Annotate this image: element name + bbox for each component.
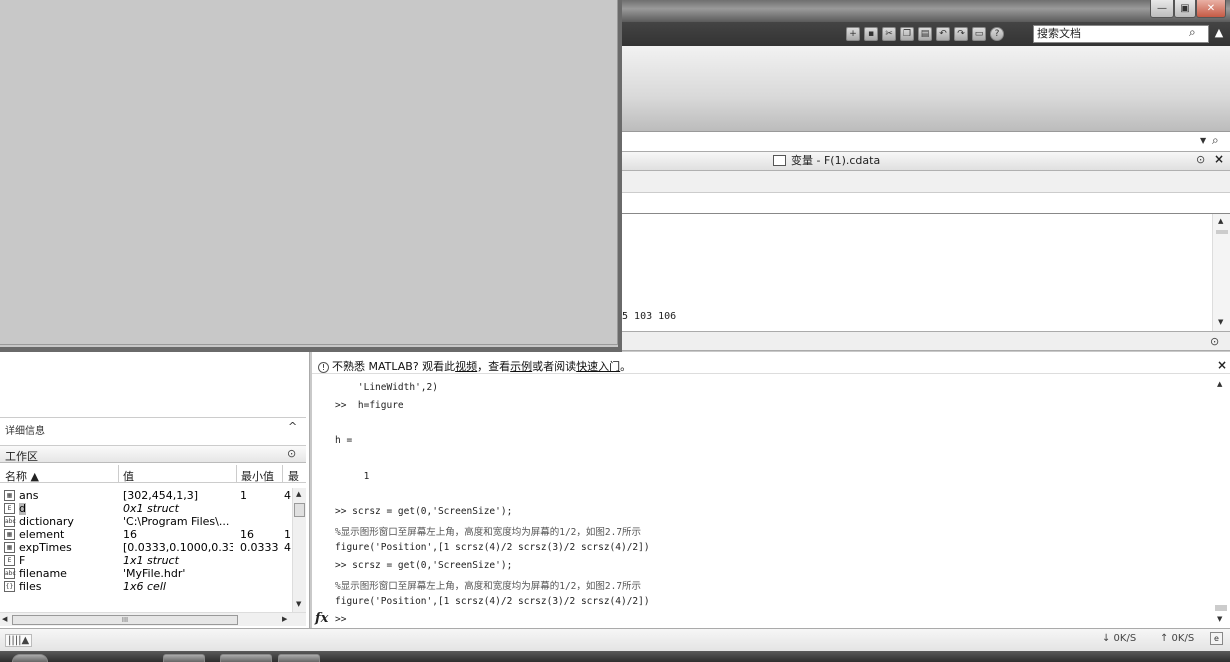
getting-started-link[interactable]: 快速入门 (576, 360, 620, 373)
video-link[interactable]: 视频 (455, 360, 477, 373)
scroll-up-icon[interactable]: ▲ (1218, 217, 1223, 225)
workspace-header: 工作区 (0, 445, 306, 463)
copy-icon[interactable]: ❐ (900, 27, 914, 41)
collapse-ribbon-icon[interactable]: ▲ (1213, 26, 1225, 40)
download-speed: ↓ 0K/S (1102, 633, 1137, 644)
command-line: h = (335, 435, 353, 446)
details-header[interactable]: 详细信息 (0, 417, 306, 437)
column-value[interactable]: 值 (123, 468, 134, 484)
column-min[interactable]: 最小值 (241, 468, 274, 484)
info-icon: ! (318, 362, 329, 373)
new-icon[interactable]: + (846, 27, 860, 41)
help-icon[interactable]: ? (990, 27, 1004, 41)
search-folder-icon[interactable]: ⌕ (1212, 133, 1219, 148)
panel-menu-icon[interactable]: ⊙ (1210, 335, 1219, 348)
column-divider (282, 465, 283, 483)
getting-started-message: ! 不熟悉 MATLAB? 观看此视频，查看示例或者阅读快速入门。 (318, 358, 631, 374)
char-icon: abc (4, 568, 16, 579)
panel-menu-icon[interactable]: ⊙ (1196, 153, 1205, 166)
chevron-down-icon[interactable]: ▼ (1200, 136, 1206, 145)
variable-icon (773, 155, 786, 166)
scroll-up-icon[interactable]: ▲ (1217, 380, 1222, 388)
maximize-button[interactable]: ▣ (1174, 0, 1196, 18)
panel-menu-icon[interactable]: ⊙ (287, 447, 296, 460)
switch-windows-icon[interactable]: ▭ (972, 27, 986, 41)
table-row[interactable]: abc dictionary 'C:\Program Files\... (0, 516, 292, 528)
figure-canvas[interactable] (0, 0, 618, 345)
close-button[interactable]: ✕ (1196, 0, 1226, 18)
scroll-thumb[interactable] (294, 503, 305, 517)
scroll-down-icon[interactable]: ▼ (1217, 615, 1222, 623)
command-line: figure('Position',[1 scrsz(4)/2 scrsz(3)… (335, 542, 650, 553)
workspace-title: 工作区 (5, 450, 38, 463)
close-icon[interactable]: × (1214, 152, 1224, 166)
examples-link[interactable]: 示例 (510, 360, 532, 373)
struct-icon: E (4, 503, 15, 514)
command-line: 1 (335, 471, 370, 482)
cut-icon[interactable]: ✂ (882, 27, 896, 41)
scroll-right-icon[interactable]: ▶ (282, 615, 287, 623)
matrix-icon: ▦ (4, 529, 15, 540)
search-input[interactable]: 搜索文档 (1033, 25, 1209, 43)
start-button[interactable] (12, 654, 48, 662)
variable-scrollbar[interactable]: ▲ ▼ (1212, 214, 1230, 331)
table-row[interactable]: {} files 1x6 cell (0, 581, 292, 593)
command-line: 'LineWidth',2) (335, 382, 438, 393)
table-row[interactable]: ▦ ans [302,454,1,3] 1 4 (0, 490, 292, 502)
column-divider (118, 465, 119, 483)
command-window-scrollbar[interactable]: ▲ ▼ (1212, 377, 1230, 625)
matrix-icon: ▦ (4, 542, 15, 553)
taskbar-app-button[interactable] (220, 654, 272, 662)
char-icon: abc (4, 516, 16, 527)
search-icon[interactable]: ⌕ (1189, 25, 1196, 40)
command-comment: %显示图形窗口至屏幕左上角，高度和宽度均为屏幕的1/2，如图2.7所示 (335, 527, 642, 538)
command-comment: %显示图形窗口至屏幕左上角，高度和宽度均为屏幕的1/2，如图2.7所示 (335, 581, 642, 592)
column-divider (236, 465, 237, 483)
paste-icon[interactable]: ▤ (918, 27, 932, 41)
network-icon[interactable]: e (1210, 632, 1223, 645)
command-line: >> scrsz = get(0,'ScreenSize'); (335, 560, 513, 571)
workspace-vertical-scrollbar[interactable]: ▲ ▼ (292, 488, 306, 612)
command-line: >> h=figure (335, 400, 404, 411)
table-row[interactable]: ▦ element 16 16 1 (0, 529, 292, 541)
function-browser-icon[interactable]: fx (315, 611, 328, 626)
table-row[interactable]: E F 1x1 struct (0, 555, 292, 567)
command-line: >> scrsz = get(0,'ScreenSize'); (335, 506, 513, 517)
command-line: figure('Position',[1 scrsz(4)/2 scrsz(3)… (335, 596, 650, 607)
close-icon[interactable]: × (1217, 358, 1227, 372)
taskbar-app-button[interactable] (163, 654, 205, 662)
workspace-horizontal-scrollbar[interactable]: ◀ III ▶ (0, 612, 306, 626)
details-label: 详细信息 (5, 426, 45, 437)
cell-icon: {} (4, 581, 15, 592)
upload-speed: ↑ 0K/S (1160, 633, 1195, 644)
column-max[interactable]: 最 (288, 468, 299, 484)
scroll-down-icon[interactable]: ▼ (1218, 318, 1223, 326)
redo-icon[interactable]: ↷ (954, 27, 968, 41)
workspace-column-headers: 名称 ▲ 值 最小值 最 (0, 465, 306, 483)
column-name[interactable]: 名称 ▲ (5, 468, 39, 484)
figure-window[interactable] (0, 0, 622, 352)
minimize-button[interactable]: — (1150, 0, 1174, 18)
scroll-thumb[interactable] (1215, 605, 1227, 611)
command-prompt[interactable]: >> (335, 614, 346, 625)
struct-icon: E (4, 555, 15, 566)
scroll-left-icon[interactable]: ◀ (2, 615, 7, 623)
status-bar (0, 628, 1230, 651)
scroll-thumb[interactable] (1216, 230, 1228, 234)
table-row[interactable]: abc filename 'MyFile.hdr' (0, 568, 292, 580)
scroll-down-icon[interactable]: ▼ (296, 600, 301, 608)
status-indicator[interactable]: ||||▲ (5, 634, 33, 647)
table-row[interactable]: E d 0x1 struct (0, 503, 292, 515)
scroll-thumb[interactable]: III (12, 615, 238, 625)
save-icon[interactable]: ▪ (864, 27, 878, 41)
undo-icon[interactable]: ↶ (936, 27, 950, 41)
variable-tab[interactable]: 变量 - F(1).cdata (773, 153, 880, 169)
taskbar-app-button[interactable] (278, 654, 320, 662)
variable-tab-label: 变量 - F(1).cdata (791, 154, 881, 167)
table-row[interactable]: ▦ expTimes [0.0333,0.1000,0.33... 0.0333… (0, 542, 292, 554)
matrix-icon: ▦ (4, 490, 15, 501)
variable-row-values: 05 103 106 (616, 311, 677, 322)
scroll-up-icon[interactable]: ▲ (296, 490, 301, 498)
chevron-up-icon[interactable]: ^ (288, 420, 297, 433)
